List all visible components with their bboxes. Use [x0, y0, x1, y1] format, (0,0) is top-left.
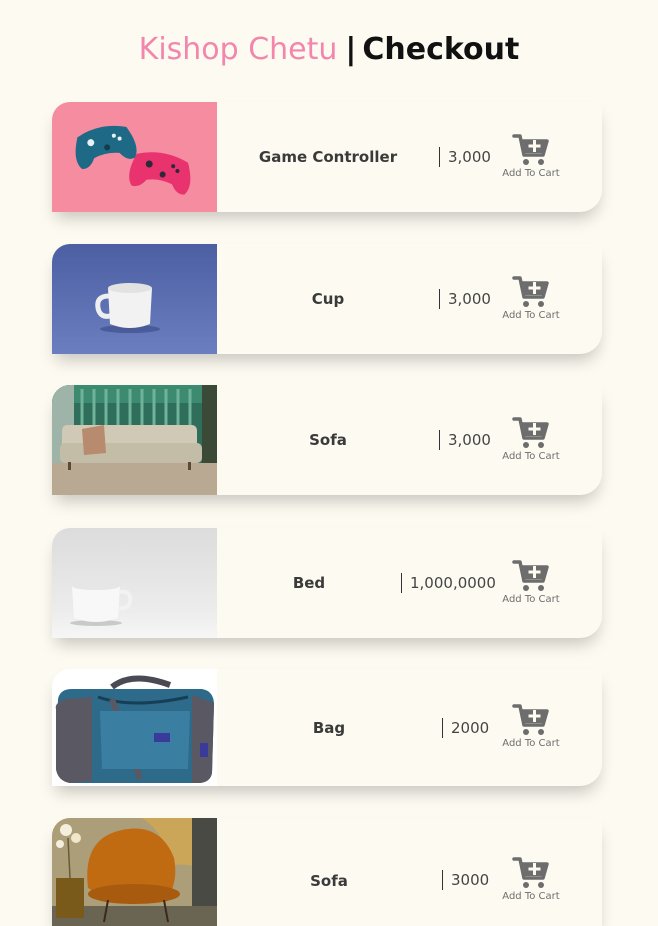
add-to-cart-label: Add To Cart	[502, 594, 560, 605]
product-image-blue-duffel-bag	[52, 669, 217, 786]
header-separator: |	[345, 32, 357, 67]
add-to-cart-label: Add To Cart	[502, 168, 560, 179]
product-image-white-mug-blue-bg	[52, 244, 217, 354]
product-name: Bag	[312, 718, 346, 737]
product-card: Sofa 3000 Add To Cart	[52, 818, 602, 926]
product-price: 3000	[442, 870, 489, 890]
product-card: Game Controller 3,000 Add To Cart	[52, 102, 602, 212]
product-name: Sofa	[310, 872, 348, 890]
add-to-cart-icon	[512, 417, 549, 448]
product-card: Sofa 3,000 Add To Cart	[52, 385, 602, 495]
product-card: Bed 1,000,0000 Add To Cart	[52, 528, 602, 638]
product-price: 2000	[442, 717, 489, 738]
product-price: 3,000	[439, 430, 491, 450]
product-price: 3,000	[439, 289, 491, 309]
product-name: Bed	[292, 574, 326, 592]
product-price: 3,000	[439, 147, 491, 167]
product-image-game-controllers	[52, 102, 217, 212]
product-price: 1,000,0000	[401, 573, 496, 593]
add-to-cart-button[interactable]: Add To Cart	[501, 133, 561, 179]
add-to-cart-icon	[512, 560, 549, 591]
add-to-cart-icon	[512, 857, 549, 888]
brand-name: Kishop Chetu	[138, 32, 338, 67]
product-name: Cup	[311, 290, 345, 308]
product-card: Cup 3,000 Add To Cart	[52, 244, 602, 354]
product-card: Bag 2000 Add To Cart	[52, 669, 602, 786]
product-image-orange-armchair	[52, 818, 217, 926]
product-name: Game Controller	[258, 148, 398, 166]
add-to-cart-icon	[512, 134, 549, 165]
add-to-cart-button[interactable]: Add To Cart	[501, 856, 561, 902]
add-to-cart-label: Add To Cart	[502, 310, 560, 321]
add-to-cart-button[interactable]: Add To Cart	[501, 416, 561, 462]
add-to-cart-button[interactable]: Add To Cart	[501, 275, 561, 321]
product-image-sofa-living-room	[52, 385, 217, 495]
add-to-cart-label: Add To Cart	[502, 891, 560, 902]
add-to-cart-button[interactable]: Add To Cart	[501, 559, 561, 605]
product-image-white-mug-grey-bg	[52, 528, 217, 638]
product-name: Sofa	[309, 431, 347, 449]
add-to-cart-icon	[512, 704, 549, 735]
add-to-cart-button[interactable]: Add To Cart	[501, 703, 561, 749]
add-to-cart-label: Add To Cart	[502, 738, 560, 749]
add-to-cart-icon	[512, 276, 549, 307]
page-header: Kishop Chetu | Checkout	[0, 28, 658, 72]
add-to-cart-label: Add To Cart	[502, 451, 560, 462]
page-title: Checkout	[362, 32, 520, 67]
